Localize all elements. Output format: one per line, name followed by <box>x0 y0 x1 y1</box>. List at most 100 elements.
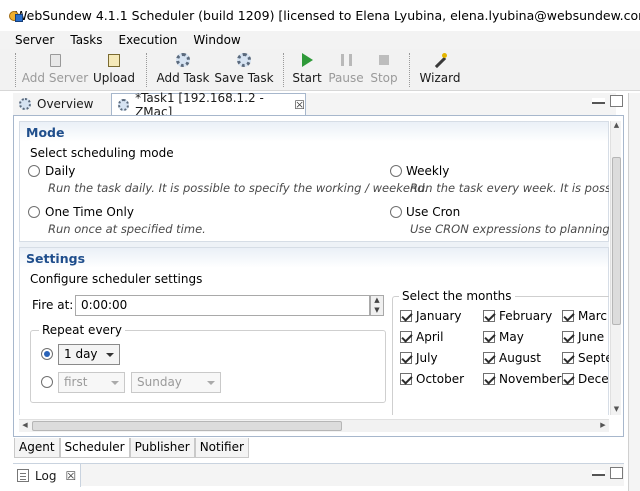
cron-radio[interactable] <box>390 206 402 218</box>
repeat-interval-select[interactable]: 1 day <box>58 344 120 365</box>
editor-view-controls <box>592 95 623 111</box>
tab-log[interactable]: Log ☒ <box>13 464 81 487</box>
month-label: Dece <box>578 372 609 386</box>
month-label: Septe <box>578 351 609 365</box>
scheduler-editor: Mode Select scheduling mode Daily Run th… <box>13 115 624 437</box>
fire-at-input[interactable]: 0:00:00 <box>75 295 370 316</box>
repeat-interval-radio[interactable] <box>41 348 53 360</box>
month-checkbox-march[interactable] <box>562 310 574 322</box>
scroll-up-icon[interactable]: ▲ <box>611 121 622 131</box>
month-checkbox-january[interactable] <box>400 310 412 322</box>
tab-agent[interactable]: Agent <box>14 438 60 458</box>
upload-icon <box>106 52 122 68</box>
months-title: Select the months <box>399 289 515 303</box>
tab-notifier[interactable]: Notifier <box>194 438 249 458</box>
toolbar: Add Server Upload Add Task Save Task Sta… <box>0 49 640 91</box>
daily-label: Daily <box>45 164 76 178</box>
toolbar-separator <box>283 53 284 87</box>
month-checkbox-october[interactable] <box>400 373 412 385</box>
weekly-label: Weekly <box>406 164 450 178</box>
close-icon[interactable]: ☒ <box>294 98 305 112</box>
server-add-icon <box>47 52 63 68</box>
horizontal-scroll-thumb[interactable] <box>32 421 342 431</box>
add-server-button[interactable]: Add Server <box>22 52 88 88</box>
play-icon <box>299 52 315 68</box>
month-checkbox-july[interactable] <box>400 352 412 364</box>
editor-page-tabs: Agent Scheduler Publisher Notifier <box>14 438 249 458</box>
log-view-controls <box>592 467 623 483</box>
menu-server[interactable]: Server <box>0 33 62 47</box>
close-icon[interactable]: ☒ <box>65 469 76 483</box>
wizard-button[interactable]: Wizard <box>419 52 461 88</box>
one-time-radio[interactable] <box>28 206 40 218</box>
month-label: January <box>416 309 462 323</box>
vertical-scroll-thumb[interactable] <box>612 157 621 325</box>
save-task-label: Save Task <box>214 71 274 85</box>
month-checkbox-april[interactable] <box>400 331 412 343</box>
tab-scheduler[interactable]: Scheduler <box>59 438 130 458</box>
weekly-description: Run the task every week. It is possible <box>410 181 609 195</box>
maximize-button[interactable] <box>610 467 623 479</box>
minimize-button[interactable] <box>592 470 605 476</box>
daily-radio[interactable] <box>28 165 40 177</box>
repeat-interval-value: 1 day <box>64 347 98 361</box>
tab-publisher[interactable]: Publisher <box>129 438 195 458</box>
spinner-up-icon[interactable]: ▲ <box>371 296 383 306</box>
fire-at-spinner[interactable]: ▲ ▼ <box>370 295 384 316</box>
repeat-ordinal-radio[interactable] <box>41 376 53 388</box>
month-label: August <box>499 351 541 365</box>
one-time-label: One Time Only <box>45 205 134 219</box>
log-view: Log ☒ <box>13 463 624 487</box>
weekday-value: Sunday <box>137 375 182 389</box>
weekly-radio[interactable] <box>390 165 402 177</box>
add-task-label: Add Task <box>156 71 210 85</box>
ordinal-select[interactable]: first <box>58 372 125 393</box>
pause-button[interactable]: Pause <box>328 52 364 88</box>
weekday-select[interactable]: Sunday <box>131 372 221 393</box>
upload-button[interactable]: Upload <box>92 52 136 88</box>
task-save-icon <box>236 52 252 68</box>
month-checkbox-september[interactable] <box>562 352 574 364</box>
scroll-left-icon[interactable]: ◀ <box>20 421 30 429</box>
chevron-down-icon <box>106 353 114 357</box>
wand-icon <box>432 52 448 68</box>
month-checkbox-december[interactable] <box>562 373 574 385</box>
menu-execution[interactable]: Execution <box>111 33 186 47</box>
month-checkbox-november[interactable] <box>483 373 495 385</box>
month-label: November <box>499 372 562 386</box>
scroll-right-icon[interactable]: ▶ <box>598 421 608 429</box>
month-label: Marc <box>578 309 607 323</box>
tab-overview[interactable]: Overview <box>13 93 109 115</box>
ordinal-value: first <box>64 375 88 389</box>
menu-window[interactable]: Window <box>185 33 248 47</box>
wizard-label: Wizard <box>419 71 461 85</box>
horizontal-scrollbar[interactable]: ◀ ▶ <box>19 419 609 432</box>
month-label: June <box>578 330 605 344</box>
add-task-button[interactable]: Add Task <box>156 52 210 88</box>
spinner-down-icon[interactable]: ▼ <box>371 306 383 316</box>
mode-section: Mode Select scheduling mode Daily Run th… <box>19 121 609 242</box>
task-icon <box>118 98 130 111</box>
tab-overview-label: Overview <box>37 97 94 111</box>
start-button[interactable]: Start <box>292 52 322 88</box>
month-checkbox-february[interactable] <box>483 310 495 322</box>
month-label: February <box>499 309 553 323</box>
month-checkbox-june[interactable] <box>562 331 574 343</box>
stop-button[interactable]: Stop <box>370 52 398 88</box>
month-checkbox-may[interactable] <box>483 331 495 343</box>
daily-description: Run the task daily. It is possible to sp… <box>48 181 429 195</box>
task-icon <box>19 98 31 110</box>
upload-label: Upload <box>92 71 136 85</box>
vertical-scrollbar[interactable]: ▲ ▼ <box>610 121 621 415</box>
save-task-button[interactable]: Save Task <box>214 52 274 88</box>
menu-tasks[interactable]: Tasks <box>62 33 110 47</box>
tab-task1[interactable]: *Task1 [192.168.1.2 - ZMac] ☒ <box>111 91 306 119</box>
maximize-button[interactable] <box>610 95 623 107</box>
minimize-button[interactable] <box>592 98 605 104</box>
month-checkbox-august[interactable] <box>483 352 495 364</box>
scroll-down-icon[interactable]: ▼ <box>611 405 622 415</box>
menu-bar: Server Tasks Execution Window <box>0 31 640 49</box>
cron-label: Use Cron <box>406 205 461 219</box>
month-label: October <box>416 372 465 386</box>
repeat-every-group: Repeat every 1 day first Sunday <box>30 323 386 403</box>
